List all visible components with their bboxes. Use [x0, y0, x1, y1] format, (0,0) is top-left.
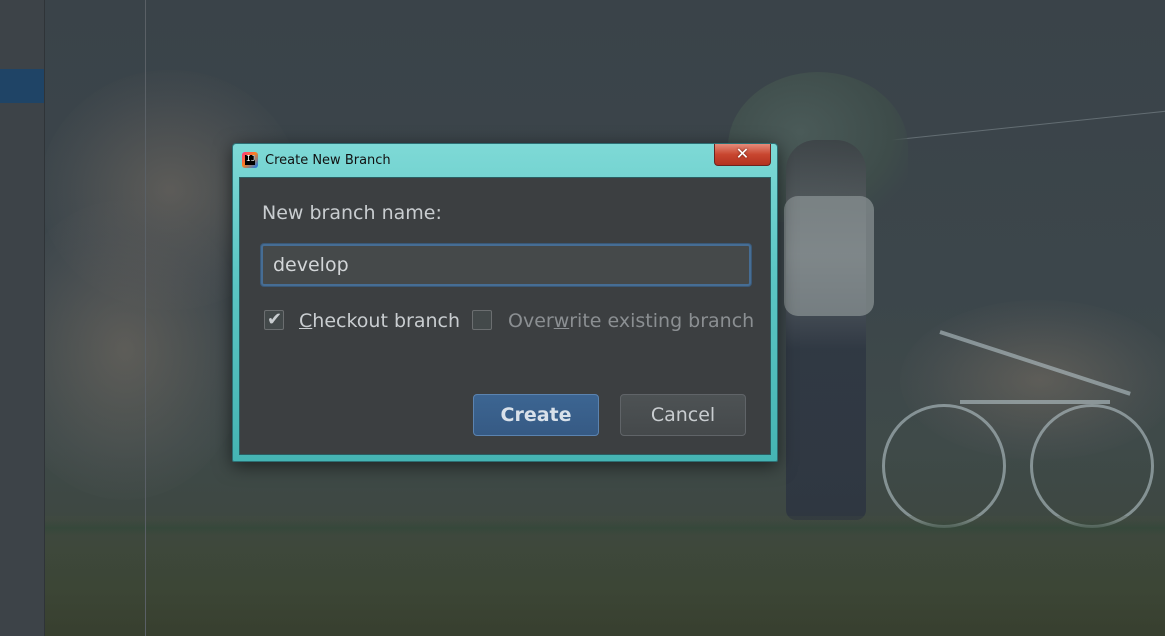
close-icon: ✕ [735, 144, 750, 163]
background-wire [880, 109, 1165, 142]
overwrite-branch-checkbox[interactable] [472, 310, 492, 330]
close-button[interactable]: ✕ [714, 144, 771, 166]
check-icon: ✔ [267, 309, 283, 330]
background-person-shirt [784, 196, 874, 316]
checkout-branch-label: Checkout branch [299, 308, 460, 334]
intellij-idea-icon: IJ [242, 152, 258, 168]
background-bike-wheel [882, 404, 1006, 528]
overwrite-label-mnemonic: w [553, 310, 570, 332]
background-bike-wheel [1030, 404, 1154, 528]
desktop-background: IJ Create New Branch ✕ New branch name: … [0, 0, 1165, 636]
create-button[interactable]: Create [473, 394, 599, 436]
overwrite-branch-option[interactable]: Overwrite existing branch [472, 308, 757, 334]
checkout-branch-label-text: heckout branch [312, 310, 460, 332]
background-bike-frame [960, 400, 1110, 404]
app-icon-text: IJ [246, 154, 256, 163]
ide-tool-strip-selected-item[interactable] [0, 69, 44, 103]
branch-name-input[interactable] [261, 244, 751, 286]
dialog-title: Create New Branch [265, 153, 391, 168]
ide-panel-divider[interactable] [145, 0, 146, 636]
checkout-branch-option[interactable]: ✔ Checkout branch [262, 308, 462, 334]
overwrite-branch-label: Overwrite existing branch [508, 308, 754, 334]
create-branch-dialog: IJ Create New Branch ✕ New branch name: … [232, 143, 778, 462]
dialog-content: New branch name: ✔ Checkout branch Overw… [239, 177, 771, 455]
checkout-branch-checkbox[interactable]: ✔ [264, 309, 284, 330]
branch-name-label: New branch name: [262, 202, 442, 224]
overwrite-label-before: Over [508, 310, 554, 332]
cancel-button[interactable]: Cancel [620, 394, 746, 436]
dialog-titlebar[interactable]: IJ Create New Branch ✕ [233, 144, 777, 177]
overwrite-label-after: rite existing branch [569, 310, 755, 332]
background-ground [0, 516, 1165, 636]
checkout-branch-label-mnemonic: C [299, 310, 313, 332]
